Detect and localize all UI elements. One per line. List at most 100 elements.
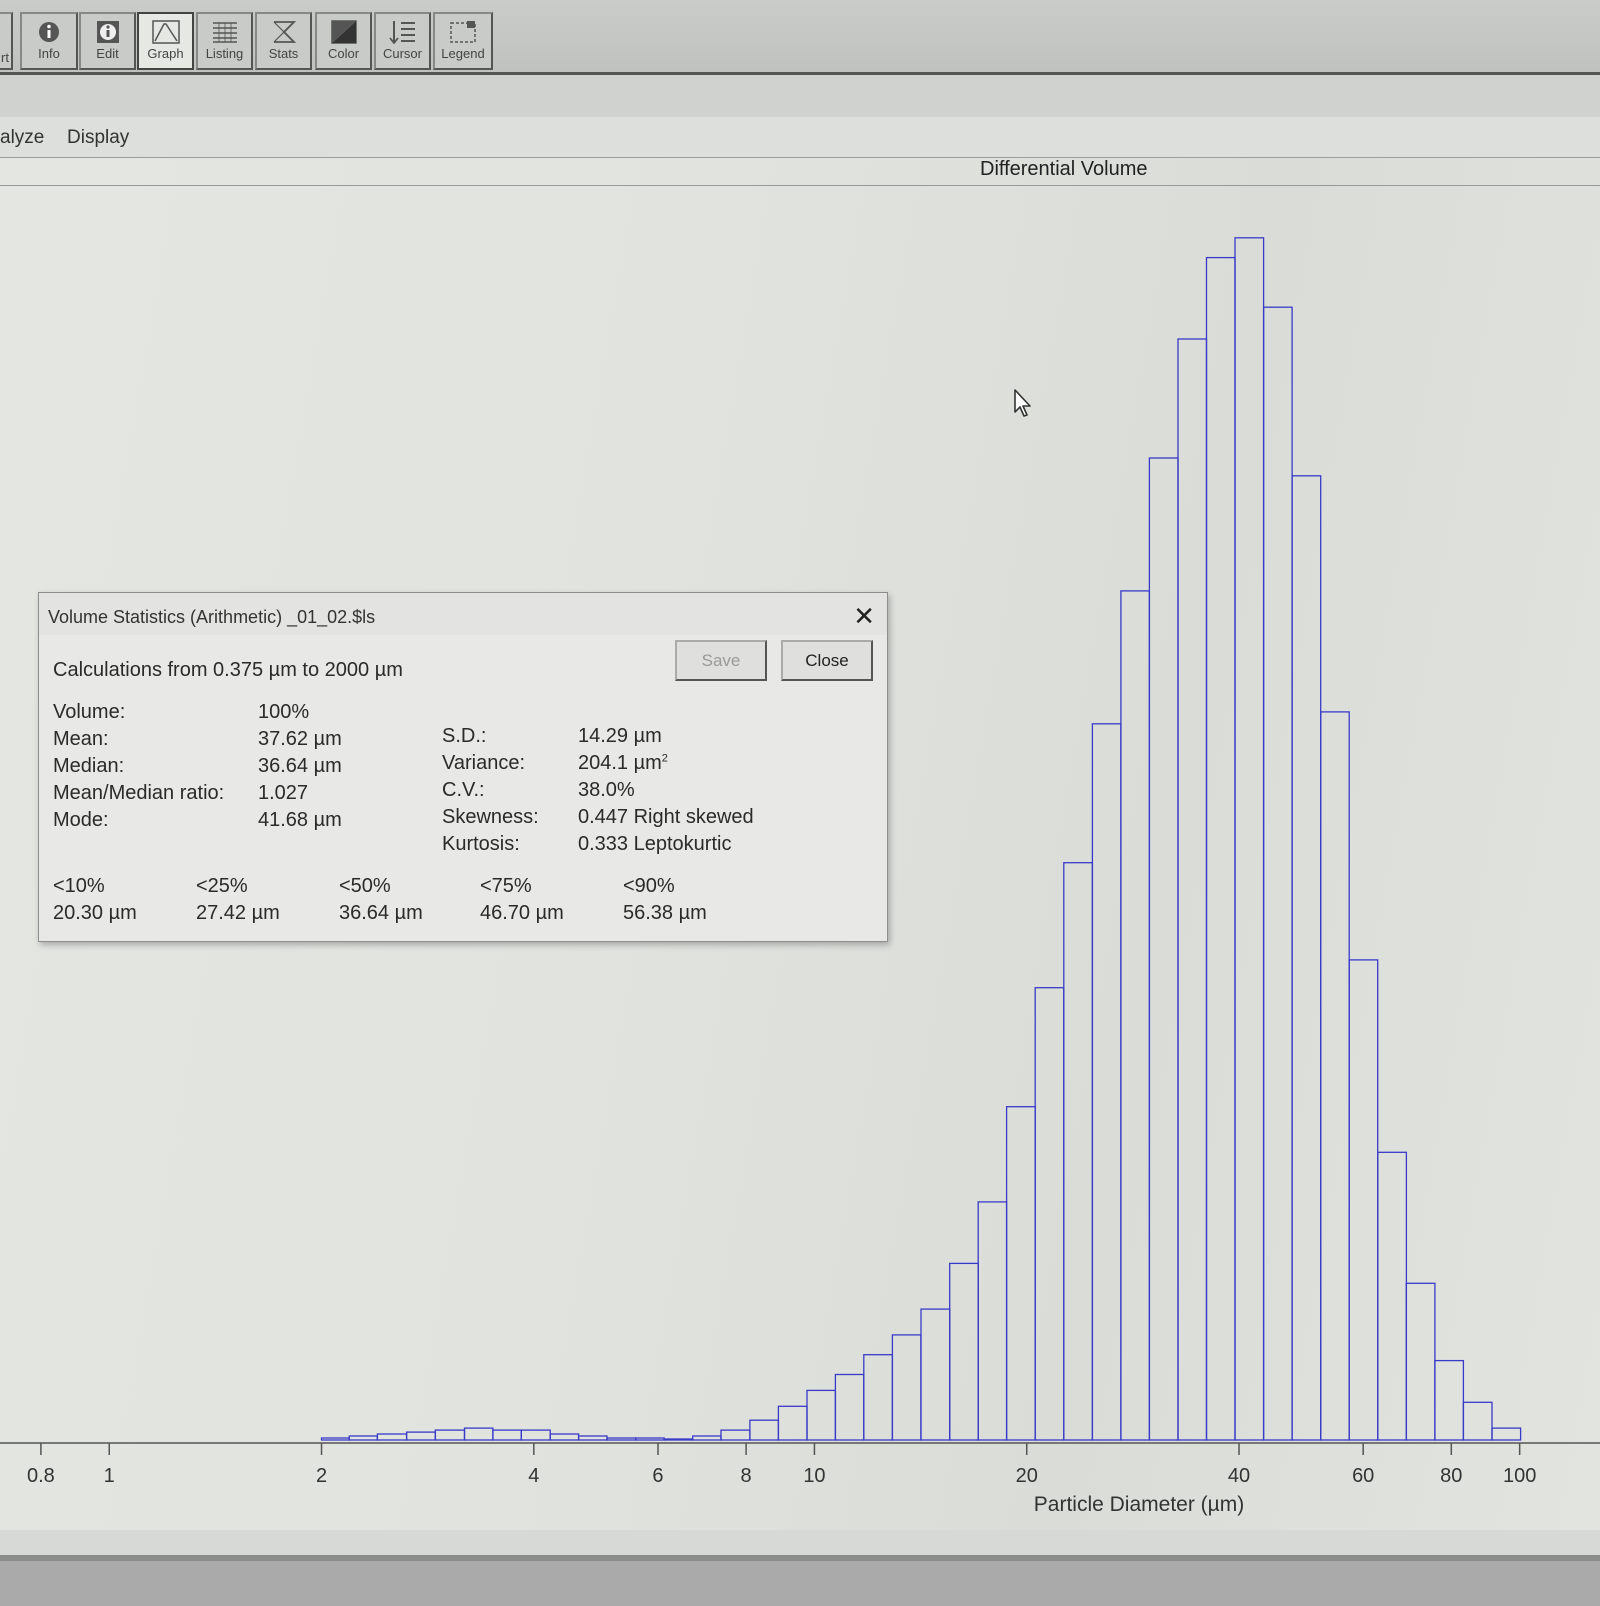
x-tick-label: 20 [1016, 1465, 1038, 1487]
close-icon[interactable]: ✕ [853, 601, 875, 632]
percentile-label-75: <75% [480, 875, 532, 897]
histogram-bar [320, 1437, 350, 1441]
bottom-bar [0, 1555, 1600, 1606]
stat-value-variance-exponent: 2 [661, 752, 668, 765]
menu-display[interactable]: Display [67, 127, 129, 149]
toolbar-button-cursor[interactable]: Cursor [374, 12, 431, 70]
x-tick-label: 60 [1352, 1465, 1374, 1487]
histogram-bar [834, 1373, 865, 1441]
histogram-bar [1005, 1106, 1036, 1441]
stat-value-skewness: 0.447 Right skewed [578, 806, 754, 828]
mouse-pointer-icon [1014, 389, 1031, 417]
histogram-bar [1434, 1359, 1465, 1441]
toolbar: rt Info Edit Graph Listing Stats Color C… [0, 0, 1600, 75]
toolbar-button-info[interactable]: Info [20, 12, 78, 70]
toolbar-label-legend: Legend [441, 46, 485, 61]
toolbar-label-info: Info [38, 46, 60, 61]
histogram-bar [806, 1389, 837, 1441]
toolbar-label-listing: Listing [205, 46, 244, 61]
menu-analyze[interactable]: alyze [0, 127, 44, 149]
toolbar-button-legend[interactable]: Legend [433, 12, 493, 70]
histogram-bar [434, 1429, 466, 1441]
stat-value-sd: 14.29 µm [578, 725, 662, 747]
percentile-label-50: <50% [339, 875, 391, 897]
stat-label-median: Median: [53, 755, 125, 777]
histogram-bar [1348, 959, 1379, 1441]
x-axis-ticks: 0.8 1 2 4 6 8 10 20 40 60 80 100 [27, 1443, 1536, 1487]
stat-value-mode: 41.68 µm [258, 809, 342, 831]
histogram-bar [1205, 256, 1236, 1441]
stat-label-skewness: Skewness: [442, 806, 539, 828]
percentile-label-10: <10% [53, 875, 105, 897]
x-tick-label: 80 [1440, 1465, 1462, 1487]
x-tick-label: 1 [104, 1465, 115, 1487]
histogram-bar [376, 1433, 408, 1441]
legend-icon [450, 21, 476, 43]
histogram-bar [606, 1437, 637, 1441]
histogram-bar [1063, 862, 1094, 1441]
percentile-value-90: 56.38 µm [623, 902, 707, 924]
toolbar-label-stats: Stats [268, 46, 299, 61]
stat-label-volume: Volume: [53, 701, 126, 723]
toolbar-partial-label: rt [1, 50, 9, 65]
histogram-bar [863, 1354, 894, 1441]
x-tick-label: 0.8 [27, 1465, 55, 1487]
histogram-bar [891, 1334, 922, 1441]
toolbar-button-listing[interactable]: Listing [196, 12, 253, 70]
percentile-value-50: 36.64 µm [339, 902, 423, 924]
histogram-bar [749, 1419, 780, 1441]
stat-value-kurtosis: 0.333 Leptokurtic [578, 833, 732, 855]
menu-bar: alyze Display [0, 117, 1600, 158]
stat-value-variance-number: 204.1 µm [578, 752, 662, 774]
percentile-label-90: <90% [623, 875, 675, 897]
histogram-bar [949, 1262, 979, 1441]
histogram-bar [1120, 590, 1151, 1441]
x-tick-label: 4 [528, 1465, 539, 1487]
percentile-label-25: <25% [196, 875, 248, 897]
stat-value-median: 36.64 µm [258, 755, 342, 777]
save-button[interactable]: Save [675, 640, 767, 681]
toolbar-strip [0, 75, 1600, 117]
histogram-bar [520, 1429, 551, 1441]
toolbar-button-graph[interactable]: Graph [137, 12, 194, 70]
histogram-bar [1091, 723, 1122, 1441]
histogram-bar [663, 1438, 694, 1441]
stat-label-sd: S.D.: [442, 725, 487, 747]
x-tick-label: 2 [316, 1465, 327, 1487]
toolbar-button-partial[interactable]: rt [0, 12, 13, 70]
percentile-value-25: 27.42 µm [196, 902, 280, 924]
toolbar-button-edit[interactable]: Edit [79, 12, 136, 70]
histogram-bar [463, 1427, 494, 1441]
dialog-title: Volume Statistics (Arithmetic) _01_02.$l… [48, 607, 376, 627]
toolbar-button-stats[interactable]: Stats [255, 12, 312, 70]
listing-icon [212, 22, 237, 43]
toolbar-label-edit: Edit [96, 46, 119, 61]
histogram-bar [1262, 306, 1293, 1441]
toolbar-label-cursor: Cursor [382, 46, 422, 61]
x-tick-label: 40 [1228, 1465, 1250, 1487]
histogram-bar [1405, 1282, 1436, 1441]
histogram-bar [1234, 237, 1265, 1441]
x-tick-label: 100 [1503, 1465, 1536, 1487]
toolbar-button-color[interactable]: Color [315, 12, 372, 70]
cursor-list-icon [388, 21, 415, 44]
stat-label-variance: Variance: [442, 752, 526, 774]
stat-label-cv: C.V.: [442, 779, 485, 801]
histogram-bar [405, 1431, 437, 1441]
histogram-bar [1291, 475, 1322, 1441]
percentile-value-75: 46.70 µm [480, 902, 564, 924]
stat-value-mean-median-ratio: 1.027 [258, 782, 309, 804]
histogram-bar [577, 1435, 608, 1441]
color-icon [330, 20, 357, 44]
dialog-titlebar[interactable]: Volume Statistics (Arithmetic) _01_02.$l… [39, 593, 887, 635]
stats-icon [273, 21, 296, 43]
histogram-bar [720, 1429, 751, 1441]
histogram-bar [1377, 1151, 1408, 1441]
close-button[interactable]: Close [781, 640, 873, 681]
toolbar-label-color: Color [327, 46, 360, 61]
calculation-range: Calculations from 0.375 µm to 2000 µm [53, 659, 403, 681]
histogram-bar [1320, 711, 1350, 1441]
graph-icon [151, 20, 180, 44]
stat-label-mode: Mode: [53, 809, 109, 831]
histogram-bar [635, 1437, 665, 1441]
